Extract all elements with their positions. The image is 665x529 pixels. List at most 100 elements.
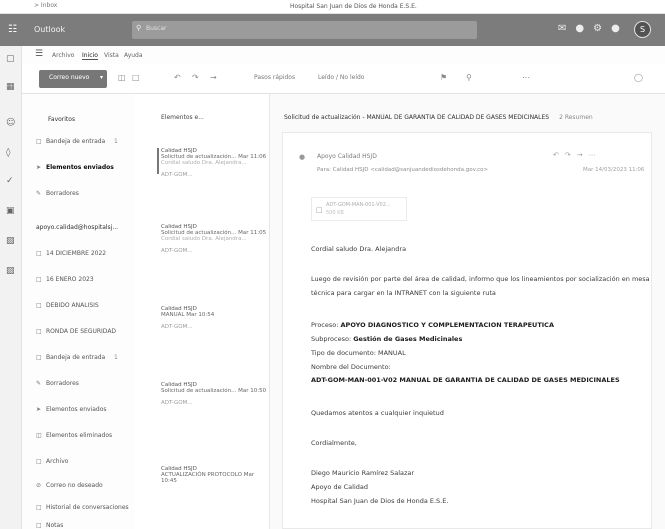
email-action-icons[interactable]: ↶↷→⋯ xyxy=(553,151,602,159)
chevron-down-icon: ▾ xyxy=(99,74,103,81)
subproceso-line: Subproceso: Gestión de Gases Medicinales xyxy=(311,335,463,343)
send-icon: ➤ xyxy=(36,164,42,171)
mail-icon[interactable]: ▢ xyxy=(6,54,15,64)
folder-item[interactable]: □ RONDA DE SEGURIDAD xyxy=(36,328,116,335)
folder-item[interactable]: □ DEBIDO ANALISIS xyxy=(36,302,99,309)
signature-name: Diego Mauricio Ramírez Salazar xyxy=(311,469,415,477)
folder-icon: □ xyxy=(36,328,42,335)
new-mail-button[interactable]: Correo nuevo ▾ xyxy=(39,70,107,88)
note-icon: □ xyxy=(36,522,42,529)
folder-item-selected[interactable]: ➤ Elementos enviados xyxy=(36,164,114,171)
todo-icon[interactable]: ✓ xyxy=(6,176,14,186)
closing-1: Quedamos atentos a cualquier inquietud xyxy=(311,409,444,417)
folder-icon: □ xyxy=(36,250,42,257)
account-header[interactable]: apoyo.calidad@hospitalsj... xyxy=(36,224,118,231)
tipo-documento: Tipo de documento: MANUAL xyxy=(311,349,406,357)
folder-item[interactable]: ◫ Elementos eliminados xyxy=(36,432,112,439)
attachment-card[interactable]: □ ADT-GOM-MAN-001-V02... 500 KB xyxy=(311,197,407,221)
email-from[interactable]: Apoyo Calidad HSJD xyxy=(317,153,377,160)
title-bar-icons[interactable]: ✉●⚙● xyxy=(558,23,629,34)
folder-item[interactable]: □ Bandeja de entrada 1 xyxy=(36,138,118,145)
previous-window-strip: > Inbox Hospital San Juan de Dios de Hon… xyxy=(0,0,665,14)
reply-all-icon[interactable]: ↷ xyxy=(192,73,199,82)
signature-role: Apoyo de Calidad xyxy=(311,483,368,491)
intro-line1: Luego de revisión por parte del área de … xyxy=(311,275,650,283)
folder-icon: □ xyxy=(36,302,42,309)
draft-icon: ✎ xyxy=(36,190,42,197)
trash-icon: ◫ xyxy=(36,432,42,439)
draft-icon: ✎ xyxy=(36,380,42,387)
delete-icon[interactable]: ◫ xyxy=(118,73,126,82)
calendar-icon[interactable]: ▦ xyxy=(6,82,15,92)
more-icon[interactable]: ⋯ xyxy=(522,73,530,82)
message-list: Elementos e... Calidad HSJD Solicitud de… xyxy=(135,94,270,529)
list-item[interactable]: Calidad HSJD ACTUALIZACIÓN PROTOCOLO Mar… xyxy=(161,466,267,484)
search-box[interactable]: ⚲ Buscar xyxy=(132,21,477,39)
pdf-icon: □ xyxy=(316,206,323,214)
reply-icon[interactable]: ↶ xyxy=(174,73,181,82)
email-to: Para: Calidad HSJD <calidad@sanjuandedio… xyxy=(317,167,489,173)
word-icon[interactable]: ▣ xyxy=(6,206,15,216)
strip-left-text: > Inbox xyxy=(34,2,58,9)
tab-archivo[interactable]: Archivo xyxy=(52,52,74,59)
folder-item[interactable]: □ 16 ENERO 2023 xyxy=(36,276,94,283)
tab-ayuda[interactable]: Ayuda xyxy=(124,52,143,59)
folder-item[interactable]: ✎ Borradores xyxy=(36,190,79,197)
folder-pane: Favoritos □ Bandeja de entrada 1 ➤ Elemento… xyxy=(22,94,135,529)
list-header: Elementos e... xyxy=(161,114,204,121)
new-mail-label: Correo nuevo xyxy=(49,74,90,81)
folder-icon: □ xyxy=(36,504,42,511)
lightbulb-icon[interactable]: ◯ xyxy=(634,73,643,82)
strip-center-text: Hospital San Juan de Dios de Honda E.S.E… xyxy=(290,3,417,10)
proceso-line: Proceso: APOYO DIAGNOSTICO Y COMPLEMENTA… xyxy=(311,321,554,329)
pin-icon[interactable]: ⚲ xyxy=(466,73,472,82)
nombre-doc-value: ADT-GOM-MAN-001-V02 MANUAL DE GARANTIA D… xyxy=(311,376,620,384)
folder-item[interactable]: ✎ Borradores xyxy=(36,380,79,387)
quick-steps[interactable]: Pasos rápidos xyxy=(254,74,295,81)
archive-icon: □ xyxy=(36,458,42,465)
attach-icon[interactable]: ◊ xyxy=(6,148,10,158)
intro-line2: técnica para cargar en la INTRANET con l… xyxy=(311,289,496,297)
folder-item[interactable]: □ 14 DICIEMBRE 2022 xyxy=(36,250,106,257)
folder-item[interactable]: □ Notas xyxy=(36,522,63,529)
junk-icon: ⊘ xyxy=(36,482,42,489)
list-item[interactable]: Calidad HSJD Solicitud de actualización.… xyxy=(157,148,267,178)
people-icon[interactable]: ☺ xyxy=(6,118,15,128)
folder-item[interactable]: ⊘ Correo no deseado xyxy=(36,482,103,489)
folder-item[interactable]: □ Bandeja de entrada 1 xyxy=(36,354,118,361)
forward-icon[interactable]: → xyxy=(210,73,217,82)
apps-icon[interactable]: ▨ xyxy=(6,266,15,276)
folder-icon: □ xyxy=(36,276,42,283)
folder-item[interactable]: □ Historial de conversaciones xyxy=(36,504,129,511)
email-card: ● Apoyo Calidad HSJD ↶↷→⋯ Para: Calidad … xyxy=(282,132,652,529)
excel-icon[interactable]: ▧ xyxy=(6,236,15,246)
signature-org: Hospital San Juan de Dios de Honda E.S.E… xyxy=(311,497,449,505)
tab-vista[interactable]: Vista xyxy=(104,52,119,59)
folder-item[interactable]: □ Archivo xyxy=(36,458,68,465)
menu-icon[interactable]: ☰ xyxy=(35,49,43,59)
app-name: Outlook xyxy=(34,25,66,34)
avatar[interactable]: S xyxy=(634,21,651,38)
nombre-doc-label: Nombre del Documento: xyxy=(311,363,391,371)
read-unread[interactable]: Leído / No leído xyxy=(318,74,364,81)
app-rail: ▢ ▦ ☺ ◊ ✓ ▣ ▧ ▨ xyxy=(0,46,22,529)
inbox-icon: □ xyxy=(36,354,42,361)
sender-avatar: ● xyxy=(299,153,306,161)
tab-inicio[interactable]: Inicio xyxy=(82,52,98,60)
search-placeholder: Buscar xyxy=(146,25,167,32)
list-item[interactable]: Calidad HSJD Solicitud de actualización.… xyxy=(161,224,267,254)
title-bar: ☷ Outlook ⚲ Buscar ✉●⚙● S xyxy=(0,14,665,46)
list-item[interactable]: Calidad HSJD Solicitud de actualización.… xyxy=(161,382,267,406)
app-launcher-icon[interactable]: ☷ xyxy=(8,24,17,35)
inbox-icon: □ xyxy=(36,138,42,145)
command-bar: Correo nuevo ▾ ◫ □ ↶ ↷ → Pasos rápidos L… xyxy=(22,64,665,94)
list-item[interactable]: Calidad HSJD MANUAL Mar 10:54 ADT-GOM... xyxy=(161,306,267,330)
archive-icon[interactable]: □ xyxy=(132,73,140,82)
folder-item[interactable]: ➤ Elementos enviados xyxy=(36,406,107,413)
greeting: Cordial saludo Dra. Alejandra xyxy=(311,245,407,253)
search-icon: ⚲ xyxy=(136,24,142,32)
flag-icon[interactable]: ⚑ xyxy=(440,73,447,82)
favorites-header[interactable]: Favoritos xyxy=(48,116,75,123)
email-subject: Solicitud de actualización - MANUAL DE G… xyxy=(284,114,593,121)
closing-2: Cordialmente, xyxy=(311,439,357,447)
